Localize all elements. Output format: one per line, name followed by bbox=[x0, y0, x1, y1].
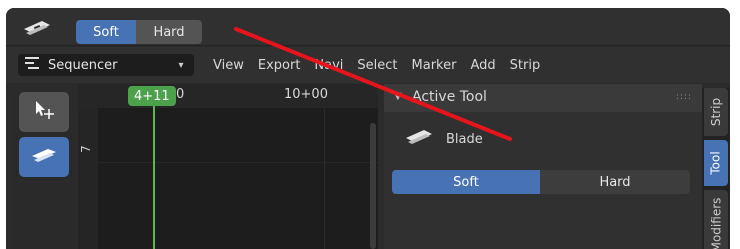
cut-mode-toggle: Soft Hard bbox=[76, 20, 202, 44]
editor-header: Sequencer ▾ View Export Navi Select Mark… bbox=[6, 47, 730, 83]
menu-strip[interactable]: Strip bbox=[503, 56, 548, 75]
editor-type-dropdown[interactable]: Sequencer ▾ bbox=[18, 54, 194, 76]
select-cursor-icon bbox=[32, 99, 56, 125]
vertical-scrollbar[interactable] bbox=[370, 123, 376, 249]
tab-modifiers-label: Modifiers bbox=[709, 197, 723, 249]
menu-export[interactable]: Export bbox=[251, 56, 308, 75]
active-tool-name: Blade bbox=[446, 131, 483, 147]
select-tool-button[interactable] bbox=[19, 92, 69, 132]
sequencer-timeline[interactable]: 0 10+00 7 6 4+11 bbox=[78, 84, 378, 249]
ruler-label-0: 0 bbox=[176, 87, 185, 102]
frame-gridline bbox=[324, 108, 325, 249]
tool-shelf bbox=[14, 92, 74, 249]
channel-label: 7 bbox=[78, 145, 93, 153]
editor-menu-bar: View Export Navi Select Marker Add Strip bbox=[206, 56, 547, 75]
chevron-down-icon: ▾ bbox=[178, 59, 184, 71]
sequencer-window: Soft Hard Sequencer ▾ View Export Navi S… bbox=[6, 8, 730, 249]
blade-icon bbox=[22, 17, 52, 39]
panel-soft-mode-button[interactable]: Soft bbox=[392, 170, 540, 194]
panel-cut-mode-toggle: Soft Hard bbox=[392, 170, 690, 194]
drag-grip-icon[interactable]: :::: bbox=[676, 92, 692, 102]
tab-tool-label: Tool bbox=[709, 151, 723, 175]
active-tool-panel-header[interactable]: ▼ Active Tool :::: bbox=[384, 84, 702, 112]
blade-tool-button[interactable] bbox=[19, 137, 69, 177]
tab-tool[interactable]: Tool bbox=[704, 140, 728, 186]
menu-marker[interactable]: Marker bbox=[405, 56, 464, 75]
tab-modifiers[interactable]: Modifiers bbox=[704, 190, 728, 249]
hard-mode-button[interactable]: Hard bbox=[136, 20, 202, 44]
frame-ruler[interactable]: 0 10+00 bbox=[78, 84, 378, 108]
collapse-arrow-icon[interactable]: ▼ bbox=[394, 91, 402, 102]
soft-mode-button[interactable]: Soft bbox=[76, 20, 136, 44]
channel-number-strip: 7 6 bbox=[78, 108, 98, 249]
blade-icon bbox=[404, 126, 434, 152]
menu-view[interactable]: View bbox=[206, 56, 251, 75]
sidebar-panel: ▼ Active Tool :::: Blade Soft Hard bbox=[384, 84, 702, 249]
active-tool-row: Blade bbox=[404, 126, 483, 152]
channel-divider bbox=[98, 162, 378, 163]
tab-strip-label: Strip bbox=[709, 97, 723, 127]
menu-add[interactable]: Add bbox=[463, 56, 502, 75]
panel-hard-mode-button[interactable]: Hard bbox=[540, 170, 690, 194]
panel-title: Active Tool bbox=[412, 89, 487, 105]
menu-select[interactable]: Select bbox=[350, 56, 404, 75]
menu-navigation[interactable]: Navi bbox=[307, 56, 350, 75]
tab-strip[interactable]: Strip bbox=[704, 88, 728, 136]
current-frame-indicator[interactable]: 4+11 bbox=[128, 86, 176, 106]
editor-type-label: Sequencer bbox=[48, 57, 118, 73]
tool-settings-header: Soft Hard bbox=[6, 8, 730, 46]
sequencer-editor-icon bbox=[24, 56, 40, 74]
playhead-line[interactable] bbox=[153, 106, 155, 249]
ruler-label-10: 10+00 bbox=[284, 87, 328, 102]
sidebar-tabs: Strip Tool Modifiers bbox=[702, 88, 730, 249]
blade-icon bbox=[30, 145, 58, 169]
